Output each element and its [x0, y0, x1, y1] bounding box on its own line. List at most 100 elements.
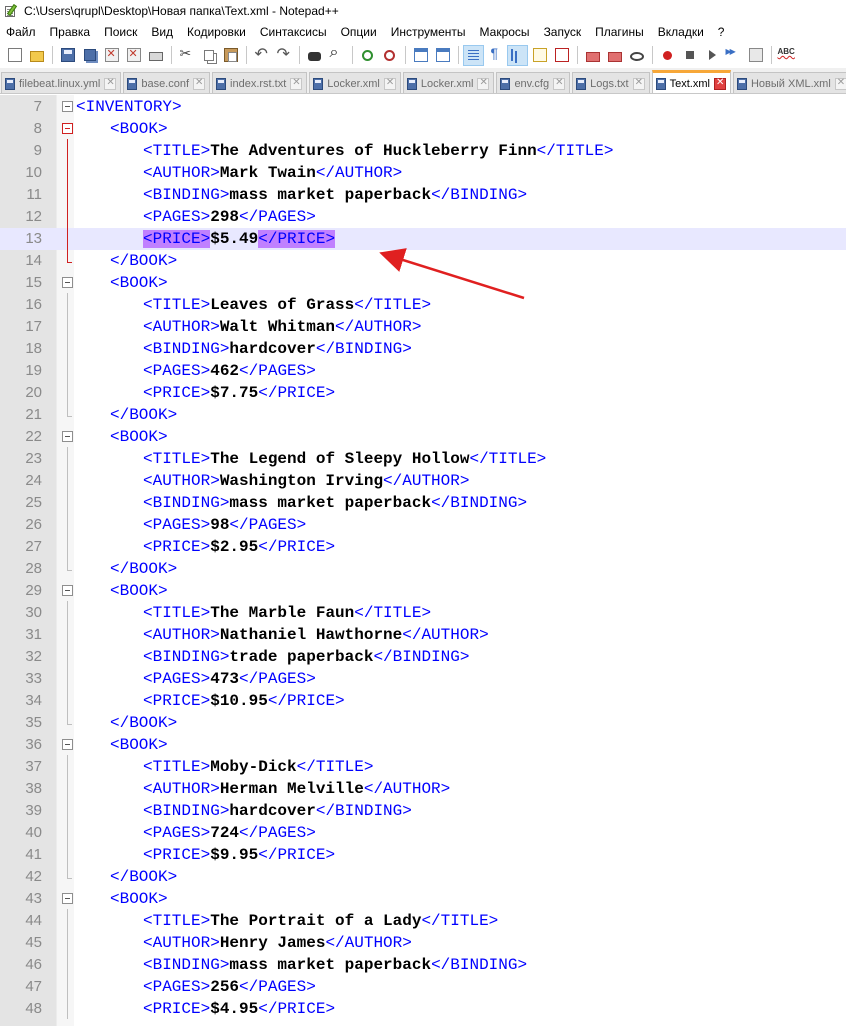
tab-0[interactable]: filebeat.linux.yml: [1, 72, 122, 93]
code-line[interactable]: 31 <AUTHOR>Nathaniel Hawthorne</AUTHOR>: [0, 623, 846, 646]
tab-close-icon[interactable]: [632, 77, 645, 90]
code-line[interactable]: 30 <TITLE>The Marble Faun</TITLE>: [0, 601, 846, 624]
code-line[interactable]: 26 <PAGES>98</PAGES>: [0, 513, 846, 536]
tab-close-icon[interactable]: [553, 77, 566, 90]
zoom-in-button[interactable]: [357, 45, 378, 66]
replace-button[interactable]: [326, 44, 347, 66]
code-line[interactable]: 32 <BINDING>trade paperback</BINDING>: [0, 645, 846, 668]
code-line[interactable]: 29 <BOOK>: [0, 580, 846, 602]
menu-item-1[interactable]: Правка: [43, 22, 98, 42]
menu-item-3[interactable]: Вид: [144, 22, 180, 42]
code-line[interactable]: 22 <BOOK>: [0, 426, 846, 448]
fold-toggle-icon[interactable]: [62, 277, 73, 288]
code-line[interactable]: 39 <BINDING>hardcover</BINDING>: [0, 799, 846, 822]
code-line[interactable]: 9 <TITLE>The Adventures of Huckleberry Fi…: [0, 139, 846, 162]
fold-toggle-icon[interactable]: [62, 585, 73, 596]
monitoring-button[interactable]: [626, 45, 647, 66]
play-macro-button[interactable]: [701, 45, 722, 66]
tab-2[interactable]: index.rst.txt: [212, 72, 308, 93]
tab-5[interactable]: env.cfg: [496, 72, 571, 93]
save-macro-button[interactable]: [745, 45, 766, 66]
close-all-button[interactable]: [123, 45, 144, 66]
fold-toggle-icon[interactable]: [62, 431, 73, 442]
tab-1[interactable]: base.conf: [123, 72, 211, 93]
tab-close-icon[interactable]: [104, 77, 117, 90]
cut-button[interactable]: [176, 45, 197, 66]
menu-item-5[interactable]: Синтаксисы: [253, 22, 334, 42]
tab-close-icon[interactable]: [290, 77, 303, 90]
code-line[interactable]: 28 </BOOK>: [0, 557, 846, 580]
redo-button[interactable]: [273, 44, 294, 66]
code-line[interactable]: 19 <PAGES>462</PAGES>: [0, 359, 846, 382]
code-line[interactable]: 12 <PAGES>298</PAGES>: [0, 205, 846, 228]
show-all-chars-button[interactable]: [485, 45, 506, 66]
code-line[interactable]: 18 <BINDING>hardcover</BINDING>: [0, 337, 846, 360]
fold-toggle-icon[interactable]: [62, 101, 73, 112]
code-line[interactable]: 44 <TITLE>The Portrait of a Lady</TITLE>: [0, 909, 846, 932]
code-line[interactable]: 37 <TITLE>Moby-Dick</TITLE>: [0, 755, 846, 778]
code-line[interactable]: 35 </BOOK>: [0, 711, 846, 734]
tab-4[interactable]: Locker.xml: [402, 72, 495, 93]
word-wrap-button[interactable]: [463, 44, 484, 66]
menu-item-9[interactable]: Запуск: [537, 22, 589, 42]
code-line[interactable]: 25 <BINDING>mass market paperback</BINDIN…: [0, 491, 846, 514]
editor[interactable]: 7 <INVENTORY> 8 <BOOK> 9 <TITLE>The Adventure…: [0, 95, 846, 1026]
fold-toggle-icon[interactable]: [62, 123, 73, 134]
save-button[interactable]: [57, 45, 78, 66]
function-list-button[interactable]: [582, 45, 603, 66]
menu-item-0[interactable]: Файл: [0, 22, 43, 42]
code-line[interactable]: 40 <PAGES>724</PAGES>: [0, 821, 846, 844]
print-button[interactable]: [145, 45, 166, 66]
tab-7[interactable]: Text.xml: [651, 70, 731, 93]
current-line[interactable]: 13 <PRICE>$5.49</PRICE>: [0, 227, 846, 250]
tab-close-icon[interactable]: [477, 77, 490, 90]
record-macro-button[interactable]: [657, 45, 678, 66]
spell-check-button[interactable]: [776, 45, 797, 66]
code-line[interactable]: 34 <PRICE>$10.95</PRICE>: [0, 689, 846, 712]
menu-item-7[interactable]: Инструменты: [384, 22, 473, 42]
code-line[interactable]: 21 </BOOK>: [0, 403, 846, 426]
undo-button[interactable]: [251, 44, 272, 66]
fold-toggle-icon[interactable]: [62, 893, 73, 904]
menu-item-11[interactable]: Вкладки: [651, 22, 711, 42]
run-macro-multiple-button[interactable]: [723, 45, 744, 66]
copy-button[interactable]: [198, 45, 219, 66]
code-line[interactable]: 23 <TITLE>The Legend of Sleepy Hollow</TI…: [0, 447, 846, 470]
tab-8[interactable]: Новый XML.xml: [732, 72, 846, 93]
code-line[interactable]: 17 <AUTHOR>Walt Whitman</AUTHOR>: [0, 315, 846, 338]
paste-button[interactable]: [220, 45, 241, 66]
menu-item-10[interactable]: Плагины: [588, 22, 651, 42]
tab-6[interactable]: Logs.txt: [572, 72, 650, 93]
code-line[interactable]: 14 </BOOK>: [0, 249, 846, 272]
code-line[interactable]: 15 <BOOK>: [0, 272, 846, 294]
code-line[interactable]: 46 <BINDING>mass market paperback</BINDIN…: [0, 953, 846, 976]
menu-item-6[interactable]: Опции: [334, 22, 384, 42]
tab-close-icon[interactable]: [834, 77, 846, 90]
sync-horizontal-button[interactable]: [432, 45, 453, 66]
save-all-button[interactable]: [79, 45, 100, 66]
menu-item-8[interactable]: Макросы: [473, 22, 537, 42]
doc-map-button[interactable]: [551, 45, 572, 66]
code-line[interactable]: 10 <AUTHOR>Mark Twain</AUTHOR>: [0, 161, 846, 184]
tab-close-icon[interactable]: [713, 77, 726, 90]
tab-close-icon[interactable]: [193, 77, 206, 90]
code-line[interactable]: 47 <PAGES>256</PAGES>: [0, 975, 846, 998]
user-lang-button[interactable]: [529, 45, 550, 66]
tab-3[interactable]: Locker.xml: [309, 72, 401, 93]
menu-item-4[interactable]: Кодировки: [180, 22, 253, 42]
open-file-button[interactable]: [26, 45, 47, 66]
folder-workspace-button[interactable]: [604, 45, 625, 66]
menu-item-2[interactable]: Поиск: [97, 22, 144, 42]
code-line[interactable]: 45 <AUTHOR>Henry James</AUTHOR>: [0, 931, 846, 954]
zoom-out-button[interactable]: [379, 45, 400, 66]
sync-vertical-button[interactable]: [410, 45, 431, 66]
menu-item-12[interactable]: ?: [711, 22, 732, 42]
tab-close-icon[interactable]: [383, 77, 396, 90]
code-line[interactable]: 36 <BOOK>: [0, 734, 846, 756]
new-file-button[interactable]: [4, 45, 25, 66]
code-line[interactable]: 41 <PRICE>$9.95</PRICE>: [0, 843, 846, 866]
code-line[interactable]: 8 <BOOK>: [0, 118, 846, 140]
code-line[interactable]: 33 <PAGES>473</PAGES>: [0, 667, 846, 690]
fold-toggle-icon[interactable]: [62, 739, 73, 750]
code-line[interactable]: 7 <INVENTORY>: [0, 96, 846, 118]
